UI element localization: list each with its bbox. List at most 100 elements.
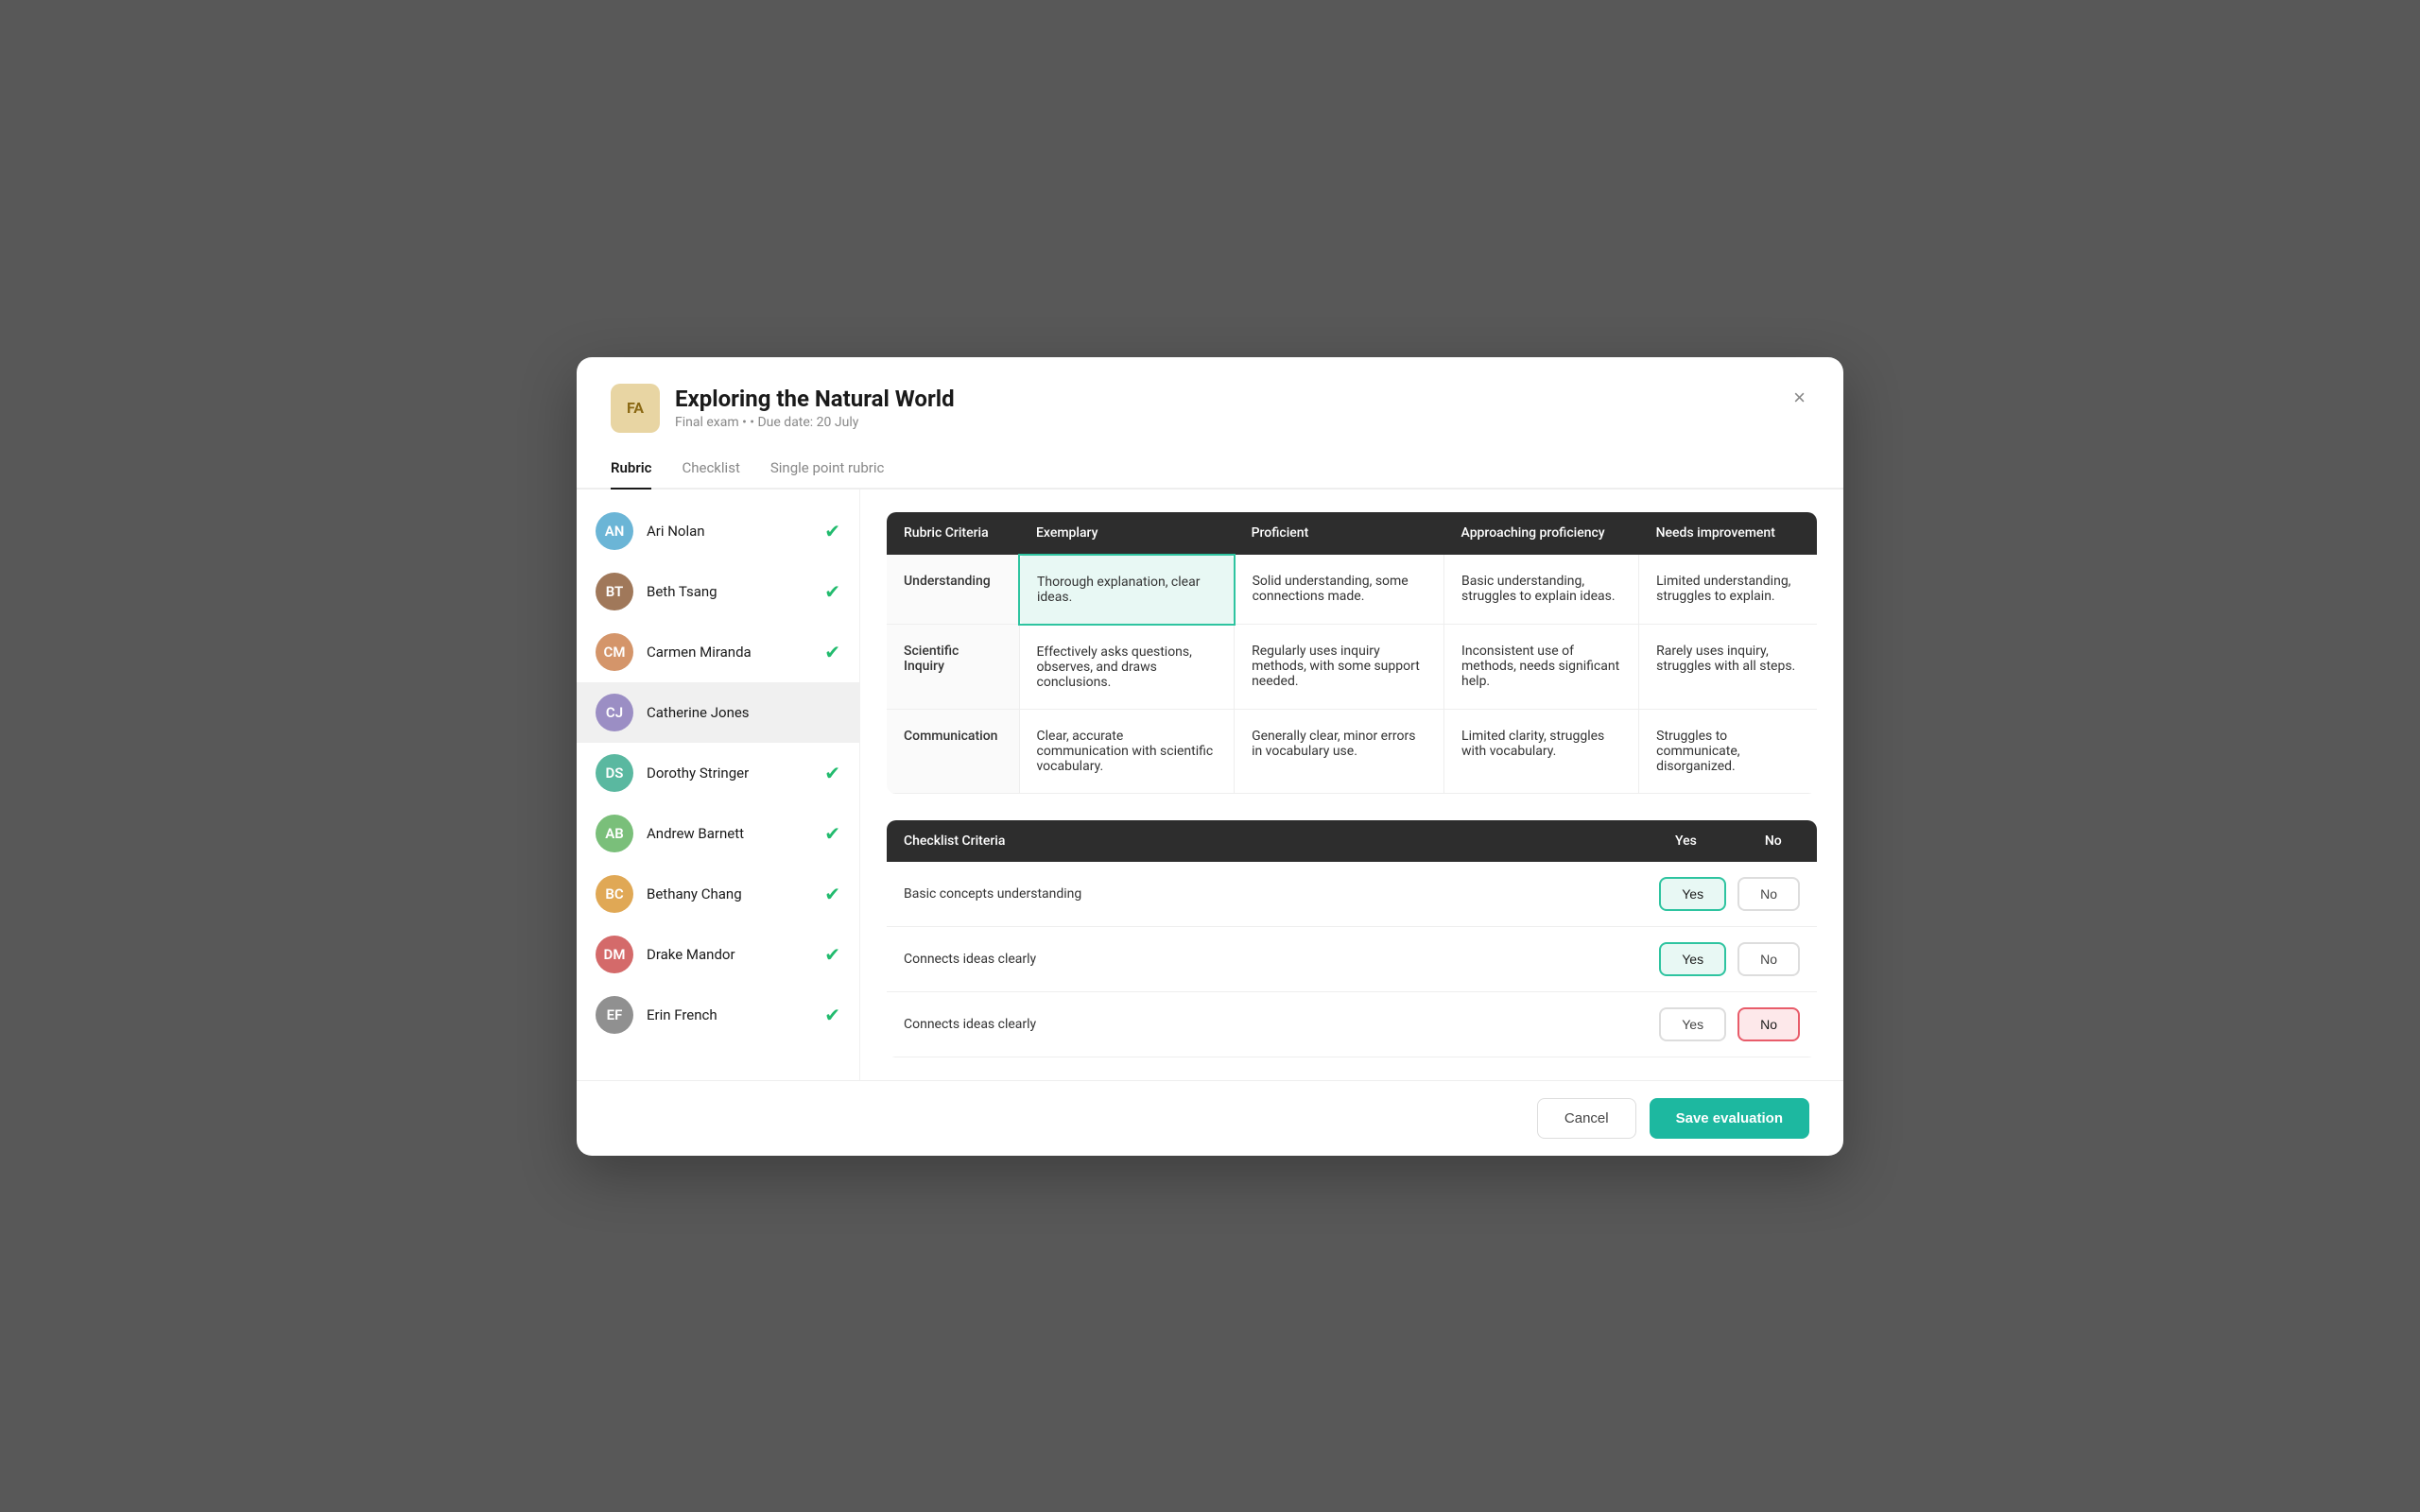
rubric-exemplary-cell[interactable]: Thorough explanation, clear ideas. [1019, 555, 1235, 625]
rubric-approaching-cell[interactable]: Basic understanding, struggles to explai… [1444, 555, 1639, 625]
modal-overlay: FA Exploring the Natural World Final exa… [0, 0, 2420, 1512]
student-avatar: CM [596, 633, 633, 671]
course-subtitle: Final exam • • Due date: 20 July [675, 415, 955, 430]
rubric-col-criteria: Rubric Criteria [887, 512, 1019, 555]
student-name: Catherine Jones [647, 704, 840, 721]
checklist-table: Checklist Criteria Yes No Basic concepts… [887, 820, 1817, 1057]
checklist-criteria-cell: Connects ideas clearly [887, 991, 1642, 1057]
yes-no-group: Yes No [1659, 942, 1800, 976]
tab-checklist[interactable]: Checklist [682, 450, 739, 490]
no-button[interactable]: No [1737, 1007, 1800, 1041]
student-item[interactable]: CJ Catherine Jones [577, 682, 859, 743]
cancel-button[interactable]: Cancel [1537, 1098, 1636, 1139]
rubric-exemplary-cell[interactable]: Effectively asks questions, observes, an… [1019, 625, 1235, 710]
yes-no-group: Yes No [1659, 1007, 1800, 1041]
tab-single-point-rubric[interactable]: Single point rubric [770, 450, 884, 490]
student-avatar: BC [596, 875, 633, 913]
student-name: Ari Nolan [647, 523, 811, 540]
modal-header: FA Exploring the Natural World Final exa… [577, 357, 1843, 433]
rubric-row: Scientific InquiryEffectively asks quest… [887, 625, 1817, 710]
student-name: Drake Mandor [647, 946, 811, 963]
student-item[interactable]: DM Drake Mandor ✔ [577, 924, 859, 985]
checklist-row: Basic concepts understanding Yes No [887, 862, 1817, 927]
checklist-col-yes: Yes [1642, 820, 1729, 862]
rubric-col-approaching: Approaching proficiency [1444, 512, 1639, 555]
yes-button[interactable]: Yes [1659, 1007, 1726, 1041]
check-icon: ✔ [824, 822, 840, 845]
rubric-header-row: Rubric Criteria Exemplary Proficient App… [887, 512, 1817, 555]
header-text: Exploring the Natural World Final exam •… [675, 386, 955, 430]
close-button[interactable]: × [1789, 384, 1809, 412]
rubric-col-needs-improvement: Needs improvement [1639, 512, 1817, 555]
modal-footer: Cancel Save evaluation [577, 1080, 1843, 1156]
modal-dialog: FA Exploring the Natural World Final exa… [577, 357, 1843, 1156]
rubric-col-proficient: Proficient [1235, 512, 1444, 555]
rubric-approaching-cell[interactable]: Inconsistent use of methods, needs signi… [1444, 625, 1639, 710]
rubric-needs-improvement-cell[interactable]: Rarely uses inquiry, struggles with all … [1639, 625, 1817, 710]
checklist-header-row: Checklist Criteria Yes No [887, 820, 1817, 862]
check-icon: ✔ [824, 580, 840, 603]
rubric-row: CommunicationClear, accurate communicati… [887, 709, 1817, 793]
checklist-col-no: No [1730, 820, 1817, 862]
student-avatar: DS [596, 754, 633, 792]
checklist-row: Connects ideas clearly Yes No [887, 991, 1817, 1057]
check-icon: ✔ [824, 520, 840, 542]
save-evaluation-button[interactable]: Save evaluation [1650, 1098, 1809, 1139]
rubric-col-exemplary: Exemplary [1019, 512, 1235, 555]
student-name: Dorothy Stringer [647, 765, 811, 782]
rubric-criteria-cell: Communication [887, 709, 1019, 793]
checklist-criteria-cell: Connects ideas clearly [887, 926, 1642, 991]
check-icon: ✔ [824, 943, 840, 966]
student-item[interactable]: EF Erin French ✔ [577, 985, 859, 1045]
student-name: Beth Tsang [647, 583, 811, 600]
checklist-yes-no-cell: Yes No [1642, 862, 1817, 927]
rubric-exemplary-cell[interactable]: Clear, accurate communication with scien… [1019, 709, 1235, 793]
student-avatar: EF [596, 996, 633, 1034]
rubric-row: UnderstandingThorough explanation, clear… [887, 555, 1817, 625]
student-sidebar: AN Ari Nolan ✔ BT Beth Tsang ✔ CM Carmen Mirand… [577, 490, 860, 1080]
rubric-table: Rubric Criteria Exemplary Proficient App… [887, 512, 1817, 794]
rubric-needs-improvement-cell[interactable]: Struggles to communicate, disorganized. [1639, 709, 1817, 793]
rubric-needs-improvement-cell[interactable]: Limited understanding, struggles to expl… [1639, 555, 1817, 625]
student-name: Bethany Chang [647, 885, 811, 902]
student-item[interactable]: BT Beth Tsang ✔ [577, 561, 859, 622]
student-name: Carmen Miranda [647, 644, 811, 661]
course-avatar: FA [611, 384, 660, 433]
tab-rubric[interactable]: Rubric [611, 450, 651, 490]
rubric-proficient-cell[interactable]: Generally clear, minor errors in vocabul… [1235, 709, 1444, 793]
student-name: Andrew Barnett [647, 825, 811, 842]
student-avatar: AN [596, 512, 633, 550]
header-left: FA Exploring the Natural World Final exa… [611, 384, 955, 433]
check-icon: ✔ [824, 1004, 840, 1026]
rubric-proficient-cell[interactable]: Solid understanding, some connections ma… [1235, 555, 1444, 625]
course-title: Exploring the Natural World [675, 386, 955, 412]
no-button[interactable]: No [1737, 942, 1800, 976]
checklist-yes-no-cell: Yes No [1642, 926, 1817, 991]
checklist-row: Connects ideas clearly Yes No [887, 926, 1817, 991]
student-item[interactable]: ABAndrew Barnett✔ [577, 803, 859, 864]
student-name: Erin French [647, 1006, 811, 1023]
student-item[interactable]: AN Ari Nolan ✔ [577, 501, 859, 561]
no-button[interactable]: No [1737, 877, 1800, 911]
student-avatar: DM [596, 936, 633, 973]
checklist-col-criteria: Checklist Criteria [887, 820, 1642, 862]
modal-body: AN Ari Nolan ✔ BT Beth Tsang ✔ CM Carmen Mirand… [577, 490, 1843, 1080]
student-item[interactable]: BC Bethany Chang ✔ [577, 864, 859, 924]
check-icon: ✔ [824, 641, 840, 663]
rubric-criteria-cell: Scientific Inquiry [887, 625, 1019, 710]
yes-no-group: Yes No [1659, 877, 1800, 911]
rubric-criteria-cell: Understanding [887, 555, 1019, 625]
student-item[interactable]: CM Carmen Miranda ✔ [577, 622, 859, 682]
checklist-yes-no-cell: Yes No [1642, 991, 1817, 1057]
main-content: Rubric Criteria Exemplary Proficient App… [860, 490, 1843, 1080]
checklist-criteria-cell: Basic concepts understanding [887, 862, 1642, 927]
yes-button[interactable]: Yes [1659, 942, 1726, 976]
student-avatar: CJ [596, 694, 633, 731]
rubric-proficient-cell[interactable]: Regularly uses inquiry methods, with som… [1235, 625, 1444, 710]
rubric-approaching-cell[interactable]: Limited clarity, struggles with vocabula… [1444, 709, 1639, 793]
check-icon: ✔ [824, 762, 840, 784]
yes-button[interactable]: Yes [1659, 877, 1726, 911]
student-avatar: BT [596, 573, 633, 610]
student-item[interactable]: DS Dorothy Stringer ✔ [577, 743, 859, 803]
check-icon: ✔ [824, 883, 840, 905]
